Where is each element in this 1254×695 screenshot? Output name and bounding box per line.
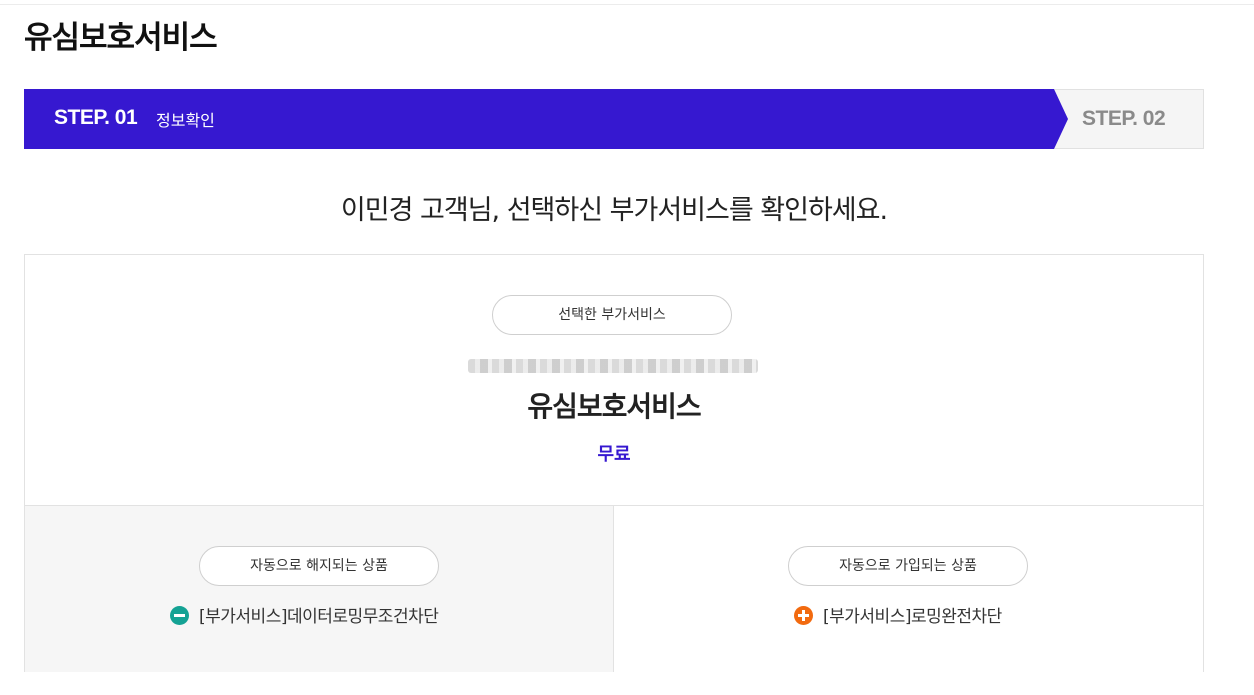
auto-removed-item: [부가서비스]데이터로밍무조건차단 [170,602,439,627]
step-1-label: 정보확인 [156,111,215,130]
step-arrow [1054,89,1068,149]
auto-change-section: 자동으로 해지되는 상품 [부가서비스]데이터로밍무조건차단 자동으로 가입되는… [25,505,1203,672]
minus-circle-icon [170,606,189,625]
step-1-active: STEP. 01 정보확인 [24,89,1054,149]
selected-service-price: 무료 [597,444,631,465]
step-2-number: STEP. 02 [1082,107,1166,130]
confirm-headline: 이민경 고객님, 선택하신 부가서비스를 확인하세요. [340,195,888,226]
step-indicator: STEP. 01 정보확인 STEP. 02 [24,89,1204,149]
service-summary-card: 선택한 부가서비스 유심보호서비스 무료 자동으로 해지되는 상품 [부가서비스… [24,254,1204,672]
plus-circle-icon [794,606,813,625]
page-title: 유심보호서비스 [24,20,218,56]
selected-service-name: 유심보호서비스 [527,390,701,423]
auto-added-pill: 자동으로 가입되는 상품 [788,546,1028,586]
redacted-info [468,359,758,373]
auto-added-item: [부가서비스]로밍완전차단 [794,602,1002,627]
auto-added-panel: 자동으로 가입되는 상품 [부가서비스]로밍완전차단 [614,506,1203,672]
auto-removed-item-label: [부가서비스]데이터로밍무조건차단 [199,607,439,627]
top-divider [0,4,1254,5]
selected-service-pill: 선택한 부가서비스 [492,295,732,335]
step-1-number: STEP. 01 [54,106,138,129]
auto-added-item-label: [부가서비스]로밍완전차단 [823,607,1002,627]
auto-removed-pill: 자동으로 해지되는 상품 [199,546,439,586]
auto-removed-panel: 자동으로 해지되는 상품 [부가서비스]데이터로밍무조건차단 [25,506,614,672]
